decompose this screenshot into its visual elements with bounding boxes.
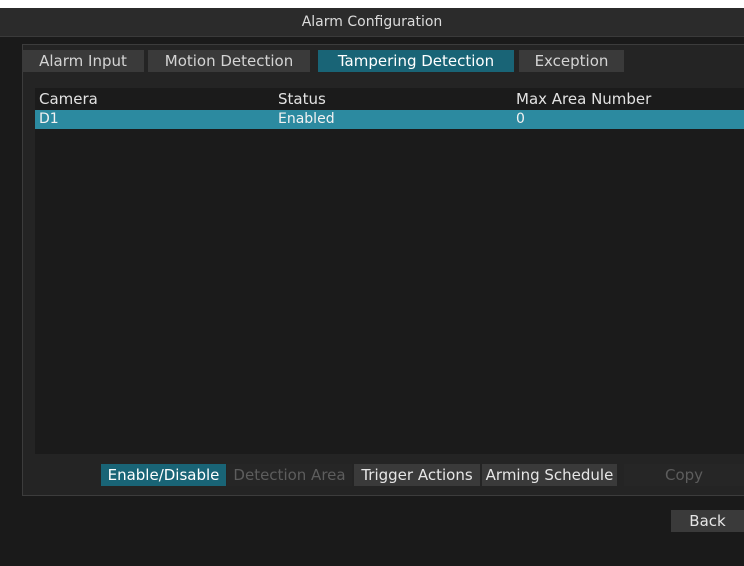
trigger-actions-button[interactable]: Trigger Actions bbox=[354, 464, 480, 486]
camera-table: Camera Status Max Area Number D1 Enabled… bbox=[35, 88, 744, 454]
column-header-status: Status bbox=[278, 90, 326, 108]
tab-tampering-detection[interactable]: Tampering Detection bbox=[318, 50, 514, 72]
top-strip bbox=[0, 0, 744, 8]
cell-status: Enabled bbox=[278, 111, 335, 127]
tab-exception[interactable]: Exception bbox=[519, 50, 624, 72]
column-header-camera: Camera bbox=[39, 90, 98, 108]
detection-area-button[interactable]: Detection Area bbox=[227, 464, 352, 486]
table-header: Camera Status Max Area Number bbox=[35, 88, 744, 110]
copy-button[interactable]: Copy bbox=[624, 464, 744, 486]
enable-disable-button[interactable]: Enable/Disable bbox=[101, 464, 226, 486]
arming-schedule-button[interactable]: Arming Schedule bbox=[482, 464, 617, 486]
cell-camera: D1 bbox=[39, 111, 59, 127]
column-header-max-area-number: Max Area Number bbox=[516, 90, 652, 108]
tab-motion-detection[interactable]: Motion Detection bbox=[148, 50, 310, 72]
back-button[interactable]: Back bbox=[671, 510, 744, 532]
tab-alarm-input[interactable]: Alarm Input bbox=[22, 50, 144, 72]
window-title: Alarm Configuration bbox=[0, 8, 744, 37]
table-row[interactable]: D1 Enabled 0 bbox=[35, 110, 744, 129]
cell-max-area-number: 0 bbox=[516, 111, 525, 127]
